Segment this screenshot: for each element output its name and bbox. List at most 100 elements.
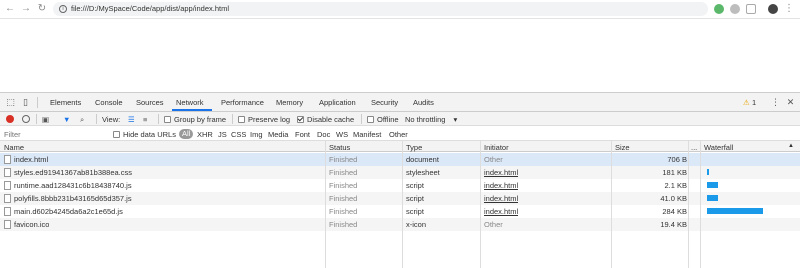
checkbox-checked-icon [297, 116, 304, 123]
file-icon [4, 220, 11, 229]
extension-gray-icon[interactable] [730, 4, 740, 14]
column-waterfall[interactable]: Waterfall [704, 143, 733, 152]
file-icon [4, 155, 11, 164]
throttling-select[interactable]: No throttling ▾ [405, 115, 457, 124]
request-type: script [406, 207, 424, 216]
request-name: favicon.ico [14, 220, 50, 229]
waterfall-bar [706, 195, 718, 201]
warning-icon[interactable]: ⚠ [743, 98, 750, 107]
close-icon[interactable]: ✕ [785, 97, 796, 108]
table-row[interactable]: polyfills.8bbb231b43165d65d357.js Finishe… [0, 192, 800, 205]
group-by-frame-checkbox[interactable]: Group by frame [164, 115, 226, 124]
filter-type-img[interactable]: Img [250, 130, 263, 139]
inspect-element-icon[interactable]: ⬚ [5, 97, 16, 108]
divider [158, 114, 159, 124]
filter-type-ws[interactable]: WS [336, 130, 348, 139]
request-initiator[interactable]: index.html [484, 194, 518, 203]
overview-icon[interactable]: ≡ [143, 115, 147, 124]
table-row[interactable]: index.html Finished document Other 706 B [0, 153, 800, 166]
menu-icon[interactable]: ⋮ [783, 3, 795, 15]
divider [37, 97, 38, 108]
forward-icon[interactable]: → [20, 3, 32, 15]
filter-type-media[interactable]: Media [268, 130, 288, 139]
filter-type-doc[interactable]: Doc [317, 130, 330, 139]
column-name[interactable]: Name [4, 143, 24, 152]
column-divider [611, 141, 612, 268]
disable-cache-checkbox[interactable]: Disable cache [297, 115, 354, 124]
hide-data-urls-checkbox[interactable]: Hide data URLs [113, 130, 176, 139]
view-label: View: [102, 115, 121, 124]
filter-type-all[interactable]: All [179, 129, 194, 139]
tab-network[interactable]: Network [176, 98, 204, 107]
filter-icon[interactable]: ▼ [63, 115, 70, 124]
request-type: script [406, 194, 424, 203]
filter-type-css[interactable]: CSS [231, 130, 246, 139]
large-rows-icon[interactable]: ☰ [128, 115, 135, 124]
request-initiator: Other [484, 220, 503, 229]
filter-type-xhr[interactable]: XHR [197, 130, 213, 139]
column-initiator[interactable]: Initiator [484, 143, 509, 152]
info-icon[interactable]: i [59, 5, 67, 13]
column-divider [688, 141, 689, 268]
checkbox-icon [238, 116, 245, 123]
warning-count[interactable]: 1 [752, 98, 756, 107]
tab-elements[interactable]: Elements [50, 98, 81, 107]
column-status[interactable]: Status [329, 143, 350, 152]
filter-type-other[interactable]: Other [389, 130, 408, 139]
filter-type-manifest[interactable]: Manifest [353, 130, 381, 139]
filter-type-font[interactable]: Font [295, 130, 310, 139]
file-icon [4, 194, 11, 203]
tab-console[interactable]: Console [95, 98, 123, 107]
offline-checkbox[interactable]: Offline [367, 115, 399, 124]
preserve-log-checkbox[interactable]: Preserve log [238, 115, 290, 124]
extension-green-icon[interactable] [714, 4, 724, 14]
request-initiator[interactable]: index.html [484, 207, 518, 216]
avatar[interactable] [768, 4, 778, 14]
divider [96, 114, 97, 124]
search-icon[interactable]: ⌕ [80, 115, 84, 125]
tab-application[interactable]: Application [319, 98, 356, 107]
request-name: styles.ed91941367ab81b388ea.css [14, 168, 133, 177]
request-type: stylesheet [406, 168, 440, 177]
request-initiator[interactable]: index.html [484, 181, 518, 190]
column-time-truncated[interactable]: ... [691, 143, 697, 152]
waterfall-bar [706, 208, 763, 214]
column-type[interactable]: Type [406, 143, 422, 152]
back-icon[interactable]: ← [4, 3, 16, 15]
request-size: 181 KB [662, 168, 687, 177]
column-size[interactable]: Size [615, 143, 630, 152]
tab-sources[interactable]: Sources [136, 98, 164, 107]
device-toolbar-icon[interactable]: ▯ [20, 97, 31, 108]
reload-icon[interactable]: ↻ [36, 3, 48, 15]
sort-up-icon[interactable]: ▲ [788, 143, 794, 149]
request-name: main.d602b4245da6a2c1e65d.js [14, 207, 123, 216]
record-icon[interactable] [6, 115, 14, 123]
page-content [0, 20, 800, 92]
address-bar[interactable]: i file:///D:/MySpace/Code/app/dist/app/i… [53, 2, 708, 16]
request-status: Finished [329, 168, 358, 177]
request-initiator[interactable]: index.html [484, 168, 518, 177]
request-size: 706 B [667, 155, 687, 164]
table-row[interactable]: runtime.aad128431c6b18438740.js Finished s… [0, 179, 800, 192]
table-row[interactable]: main.d602b4245da6a2c1e65d.js Finished scri… [0, 205, 800, 218]
column-divider [480, 141, 481, 268]
url-text[interactable]: file:///D:/MySpace/Code/app/dist/app/ind… [71, 4, 229, 13]
clear-icon[interactable] [22, 115, 30, 123]
table-row[interactable]: styles.ed91941367ab81b388ea.css Finished s… [0, 166, 800, 179]
request-size: 41.0 KB [660, 194, 687, 203]
checkbox-icon [367, 116, 374, 123]
camera-icon[interactable]: ▣ [42, 115, 49, 124]
waterfall-bar [706, 182, 718, 188]
request-size: 284 KB [662, 207, 687, 216]
tab-performance[interactable]: Performance [221, 98, 264, 107]
more-options-icon[interactable]: ⋮ [770, 97, 781, 108]
tab-audits[interactable]: Audits [413, 98, 434, 107]
table-row[interactable]: favicon.ico Finished x-icon Other 19.4 KB [0, 218, 800, 231]
filter-type-js[interactable]: JS [218, 130, 227, 139]
file-icon [4, 181, 11, 190]
tab-security[interactable]: Security [371, 98, 398, 107]
tab-memory[interactable]: Memory [276, 98, 303, 107]
extension-box-icon[interactable] [746, 4, 756, 14]
active-tab-indicator [172, 109, 212, 111]
filter-input[interactable] [4, 129, 104, 139]
